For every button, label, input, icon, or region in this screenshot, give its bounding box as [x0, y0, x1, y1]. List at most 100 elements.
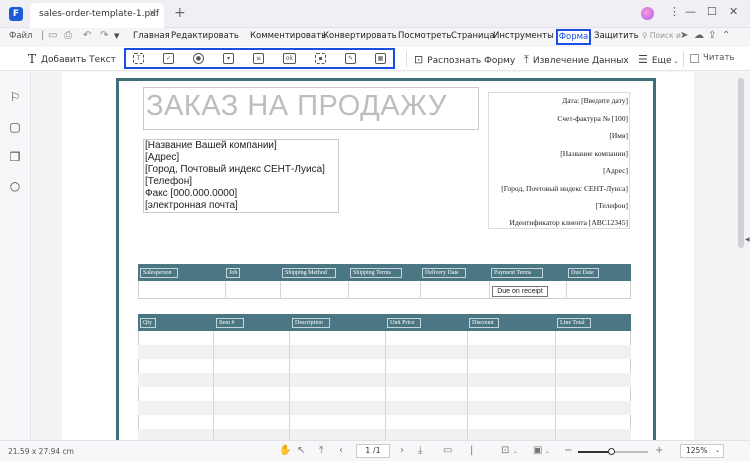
send-icon[interactable]: ➤ — [680, 30, 688, 41]
recognize-form-button[interactable]: ⊡ Распознать Форму — [414, 53, 515, 66]
payment-terms-dropdown[interactable]: Due on receipt — [492, 286, 548, 297]
zoom-out-icon[interactable]: − — [564, 445, 572, 456]
bookmark-icon[interactable]: ⚐ — [8, 90, 22, 104]
menu-convert[interactable]: Конвертировать — [323, 31, 397, 41]
chevron-down-icon[interactable]: ⌄ — [513, 448, 518, 455]
single-page-view-icon[interactable]: ▭ — [443, 445, 452, 456]
info-line: [Название компании] — [560, 149, 628, 158]
list-box-tool-icon[interactable]: ≡ — [253, 53, 264, 64]
info-line: Идентификатор клиента [ABC12345] — [509, 218, 628, 227]
table-header-cell: Description — [292, 318, 330, 328]
redo-icon[interactable]: ↷ — [100, 30, 108, 41]
menu-comment[interactable]: Комментировать — [250, 31, 326, 41]
menu-form[interactable]: Форма — [556, 29, 591, 45]
document-tab[interactable]: sales-order-template-1.pdf × — [30, 3, 164, 28]
menu-protect[interactable]: Защитить — [594, 31, 639, 41]
print-icon[interactable]: ⎙ — [64, 30, 72, 41]
button-tool-icon[interactable]: ok — [283, 53, 296, 64]
table-header-cell: Unit Price — [387, 318, 421, 328]
vertical-scrollbar[interactable] — [738, 78, 744, 248]
menu-view[interactable]: Посмотреть — [398, 31, 451, 41]
zoom-slider-thumb[interactable] — [607, 448, 615, 455]
quick-access-dropdown-icon[interactable]: ▼ — [114, 32, 119, 40]
menu-edit[interactable]: Редактировать — [171, 31, 239, 41]
collapse-ribbon-icon[interactable]: ⌃ — [722, 30, 730, 41]
status-bar: 21.59 x 27.94 cm ✋ ↖ ⤒ ‹ 1 /1 › ⤓ ▭ | ⊡ … — [0, 440, 750, 461]
table-header-cell: Shipping Terms — [350, 268, 402, 278]
info-line: [Адрес] — [603, 166, 628, 175]
form-toolbar: T Добавить Текст T ✓ ● ▾ ≡ ok ▪ ✎ ▦ ⊡ Расп… — [0, 47, 750, 71]
maximize-icon[interactable]: ☐ — [707, 5, 717, 18]
close-window-icon[interactable]: ✕ — [729, 5, 738, 18]
signature-field-tool-icon[interactable]: ✎ — [345, 53, 356, 64]
menu-page[interactable]: Страница — [451, 31, 495, 41]
image-field-tool-icon[interactable]: ▪ — [315, 53, 326, 64]
zoom-level-select[interactable]: 125% ⌄ — [680, 444, 724, 458]
table-divider — [225, 281, 226, 299]
chevron-down-icon: ⌄ — [714, 447, 720, 454]
expand-right-panel-icon[interactable]: ◀ — [745, 236, 750, 243]
checkbox-tool-icon[interactable]: ✓ — [163, 53, 174, 64]
table-divider — [555, 331, 556, 440]
fit-page-icon[interactable]: ⊡ — [501, 445, 509, 456]
info-line: [Телефон] — [595, 201, 628, 210]
title-bar: F sales-order-template-1.pdf × + ⋮ — ☐ ✕ — [0, 0, 750, 28]
table-header-cell: Job — [226, 268, 240, 278]
table-divider — [385, 331, 386, 440]
company-line: [Адрес] — [145, 152, 180, 163]
undo-icon[interactable]: ↶ — [83, 30, 91, 41]
extract-data-button[interactable]: ⤒ Извлечение Данных — [524, 53, 629, 67]
text-field-tool-icon[interactable]: T — [133, 53, 144, 64]
user-avatar[interactable] — [641, 7, 654, 20]
hand-tool-icon[interactable]: ✋ — [279, 445, 291, 456]
table-header-cell: Line Total — [557, 318, 591, 328]
company-line: [электронная почта] — [145, 200, 238, 211]
table-divider — [467, 331, 468, 440]
share-icon[interactable]: ⇪ — [708, 30, 716, 41]
last-page-icon[interactable]: ⤓ — [418, 445, 422, 456]
zoom-level-value: 125% — [686, 446, 708, 455]
combo-box-tool-icon[interactable]: ▾ — [223, 53, 234, 64]
order-details-row — [138, 281, 631, 299]
new-tab-button[interactable]: + — [174, 5, 186, 21]
table-divider — [348, 281, 349, 299]
radio-button-tool-icon[interactable]: ● — [193, 53, 204, 64]
search-placeholder: Поиск и — [649, 31, 681, 40]
app-logo-icon[interactable]: F — [9, 7, 23, 21]
add-text-label: Добавить Текст — [41, 55, 116, 65]
pages-icon[interactable]: ❐ — [8, 150, 22, 164]
next-page-icon[interactable]: › — [400, 445, 404, 456]
minimize-icon[interactable]: — — [685, 5, 696, 18]
comment-icon[interactable]: ▢ — [8, 120, 22, 134]
search-icon: ⚲ — [642, 31, 650, 40]
chevron-down-icon: ⌄ — [673, 58, 679, 65]
previous-page-icon[interactable]: ‹ — [339, 445, 343, 456]
divider-icon: | — [470, 445, 474, 456]
zoom-slider-fill — [578, 451, 612, 453]
save-icon[interactable]: ▭ — [48, 30, 57, 41]
chevron-down-icon[interactable]: ⌄ — [545, 448, 550, 455]
select-tool-icon[interactable]: ↖ — [297, 445, 305, 456]
zoom-in-icon[interactable]: + — [655, 445, 663, 456]
add-text-button[interactable]: T Добавить Текст — [28, 52, 116, 66]
form-field-tools-group: T ✓ ● ▾ ≡ ok ▪ ✎ ▦ — [124, 48, 395, 69]
cloud-upload-icon[interactable]: ☁ — [694, 30, 704, 41]
window-menu-icon[interactable]: ⋮ — [669, 5, 680, 18]
first-page-icon[interactable]: ⤒ — [319, 445, 323, 456]
page-size-label: 21.59 x 27.94 cm — [8, 447, 74, 456]
table-header-cell: Due Date — [568, 268, 599, 278]
search-icon[interactable]: ○ — [8, 179, 22, 193]
info-line: Дата: [Введите дату] — [562, 96, 628, 105]
search-input[interactable]: ⚲ Поиск и — [642, 31, 681, 40]
more-button[interactable]: ☰ Еще ⌄ — [638, 53, 679, 66]
menu-home[interactable]: Главная — [133, 31, 170, 41]
date-field-tool-icon[interactable]: ▦ — [375, 53, 386, 64]
close-tab-icon[interactable]: × — [149, 8, 157, 19]
info-line: [Имя] — [609, 131, 628, 140]
company-line: [Телефон] — [145, 176, 193, 187]
page-number-input[interactable]: 1 /1 — [356, 444, 390, 458]
menu-tools[interactable]: Инструменты — [493, 31, 554, 41]
presentation-icon[interactable]: ▣ — [533, 445, 542, 456]
menu-file[interactable]: Файл — [9, 31, 32, 41]
read-mode-checkbox[interactable] — [690, 54, 699, 63]
